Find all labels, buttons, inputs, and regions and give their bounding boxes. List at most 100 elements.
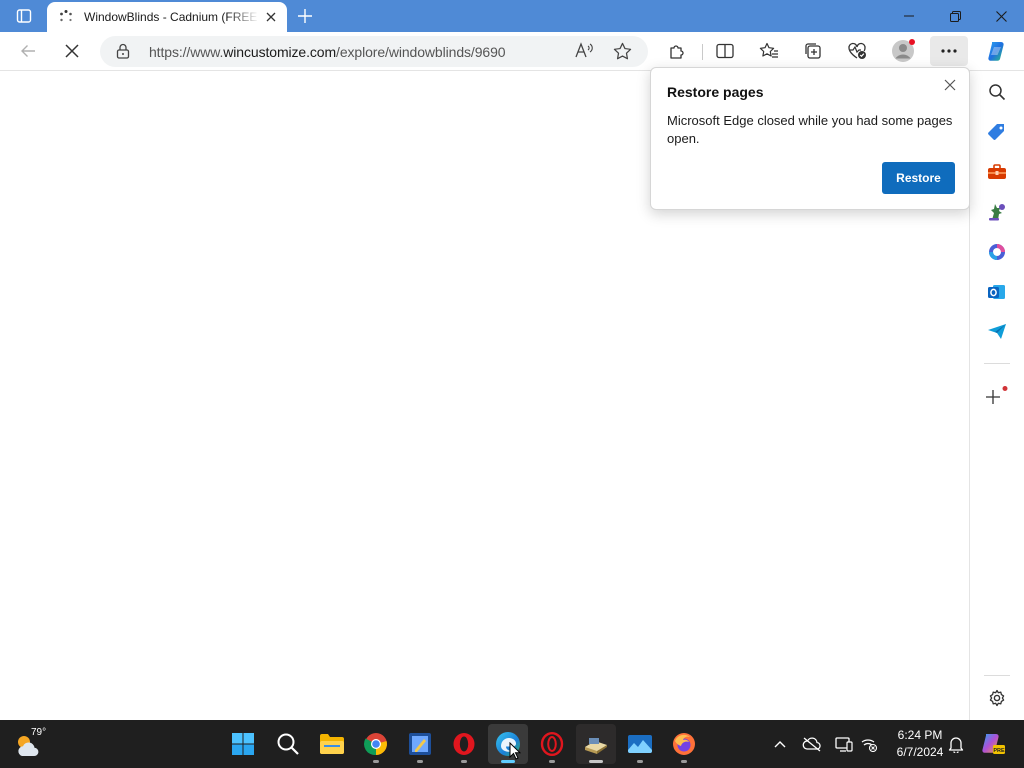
collections-icon — [805, 43, 821, 59]
tab-close-icon — [266, 12, 276, 22]
dialog-title: Restore pages — [667, 84, 764, 100]
title-bar: WindowBlinds - Cadnium (FREE Edition) — [0, 0, 1024, 32]
taskbar-opera-gx[interactable] — [532, 724, 572, 764]
browser-toolbar: https://www.wincustomize.com/explore/win… — [0, 32, 1024, 71]
shopping-icon — [988, 124, 1004, 140]
app-editor-icon — [409, 733, 431, 755]
copilot-button[interactable] — [981, 36, 1013, 66]
close-window-button[interactable] — [978, 0, 1024, 32]
new-tab-icon — [298, 9, 312, 23]
show-hidden-icons-button[interactable] — [769, 732, 791, 756]
windows-start-icon — [232, 733, 254, 755]
taskbar-file-explorer[interactable] — [312, 724, 352, 764]
favorites-icon — [759, 42, 778, 58]
restore-pages-dialog: Restore pages Microsoft Edge closed whil… — [650, 67, 970, 210]
sidebar-microsoft365-button[interactable] — [982, 237, 1012, 267]
sidebar-drop-button[interactable] — [982, 317, 1012, 347]
restore-icon — [949, 10, 961, 22]
sidebar-outlook-button[interactable] — [982, 277, 1012, 307]
taskbar-chrome[interactable] — [356, 724, 396, 764]
close-icon — [995, 10, 1007, 22]
minimize-button[interactable] — [886, 0, 932, 32]
dialog-message: Microsoft Edge closed while you had some… — [667, 113, 953, 146]
read-aloud-icon[interactable] — [574, 42, 594, 60]
photos-icon — [628, 735, 652, 753]
more-icon — [941, 49, 957, 53]
show-hidden-icons-icon — [774, 741, 786, 748]
profile-icon — [892, 39, 915, 62]
tab-title: WindowBlinds - Cadnium (FREE Edition) — [84, 10, 259, 24]
close-icon — [944, 79, 956, 91]
taskbar-edge[interactable] — [488, 724, 528, 764]
loading-spinner-icon — [58, 9, 74, 25]
restore-button[interactable]: Restore — [882, 162, 955, 194]
dialog-close-button[interactable] — [939, 74, 961, 96]
copilot-taskbar-button[interactable]: PRE — [980, 732, 1006, 756]
browser-tab[interactable]: WindowBlinds - Cadnium (FREE Edition) — [47, 2, 287, 32]
weather-widget[interactable]: 79° — [14, 726, 54, 762]
network-icon — [861, 739, 878, 752]
chrome-icon — [364, 733, 387, 756]
sidebar-settings-button[interactable] — [982, 683, 1012, 713]
sidebar-search-button[interactable] — [982, 77, 1012, 107]
copilot-icon — [988, 42, 1004, 61]
sidebar-tools-button[interactable] — [982, 157, 1012, 187]
notifications-button[interactable] — [945, 732, 967, 756]
sidebar-games-button[interactable] — [982, 197, 1012, 227]
settings-icon — [989, 689, 1005, 707]
copilot-icon: PRE — [982, 734, 1005, 754]
favorites-button[interactable] — [753, 36, 785, 66]
taskbar-opera[interactable] — [444, 724, 484, 764]
favorite-star-icon[interactable] — [613, 42, 632, 61]
minimize-icon — [904, 15, 914, 17]
browser-essentials-button[interactable] — [841, 36, 873, 66]
mouse-cursor-icon — [509, 742, 521, 760]
tab-actions-icon — [16, 9, 32, 23]
drop-icon — [988, 324, 1006, 339]
stop-icon — [65, 44, 79, 58]
tools-icon — [988, 164, 1006, 179]
search-icon — [277, 733, 299, 755]
windowblinds-icon — [585, 738, 607, 754]
outlook-icon — [988, 285, 1005, 299]
sidebar-shopping-button[interactable] — [982, 117, 1012, 147]
file-explorer-icon — [320, 734, 344, 754]
weather-temperature: 79° — [31, 727, 47, 738]
taskbar-firefox[interactable] — [664, 724, 704, 764]
edge-sidebar — [969, 71, 1024, 720]
taskbar-app-editor[interactable] — [400, 724, 440, 764]
extensions-icon — [670, 45, 684, 59]
profile-button[interactable] — [887, 36, 919, 66]
firefox-icon — [673, 733, 695, 755]
address-bar[interactable]: https://www.wincustomize.com/explore/win… — [100, 36, 648, 67]
new-tab-button[interactable] — [290, 0, 320, 32]
back-button[interactable] — [12, 36, 44, 66]
tab-close-button[interactable] — [263, 9, 279, 25]
stop-loading-button[interactable] — [56, 36, 88, 66]
svg-text:PRE: PRE — [993, 748, 1005, 754]
notification-bell-icon — [948, 737, 964, 753]
opera-icon — [453, 733, 475, 755]
more-button[interactable] — [930, 36, 968, 66]
taskbar-photos[interactable] — [620, 724, 660, 764]
url-text: https://www.wincustomize.com/explore/win… — [149, 44, 506, 60]
taskbar-windowblinds[interactable] — [576, 724, 616, 764]
back-icon — [21, 45, 35, 57]
start-button[interactable] — [223, 724, 263, 764]
browser-essentials-icon — [848, 42, 866, 59]
restore-window-button[interactable] — [932, 0, 978, 32]
onedrive-tray-button[interactable] — [801, 732, 823, 756]
taskbar-search-button[interactable] — [268, 724, 308, 764]
split-screen-button[interactable] — [709, 36, 741, 66]
extensions-button[interactable] — [661, 36, 693, 66]
onedrive-offline-icon — [802, 737, 821, 752]
collections-button[interactable] — [797, 36, 829, 66]
add-icon — [986, 386, 1008, 404]
display-tray-button[interactable] — [833, 732, 855, 756]
network-tray-button[interactable] — [858, 732, 880, 756]
split-screen-icon — [716, 43, 734, 59]
tab-actions-button[interactable] — [8, 0, 40, 32]
sidebar-add-button[interactable] — [982, 381, 1012, 411]
search-icon — [989, 84, 1006, 101]
microsoft365-icon — [989, 244, 1005, 260]
